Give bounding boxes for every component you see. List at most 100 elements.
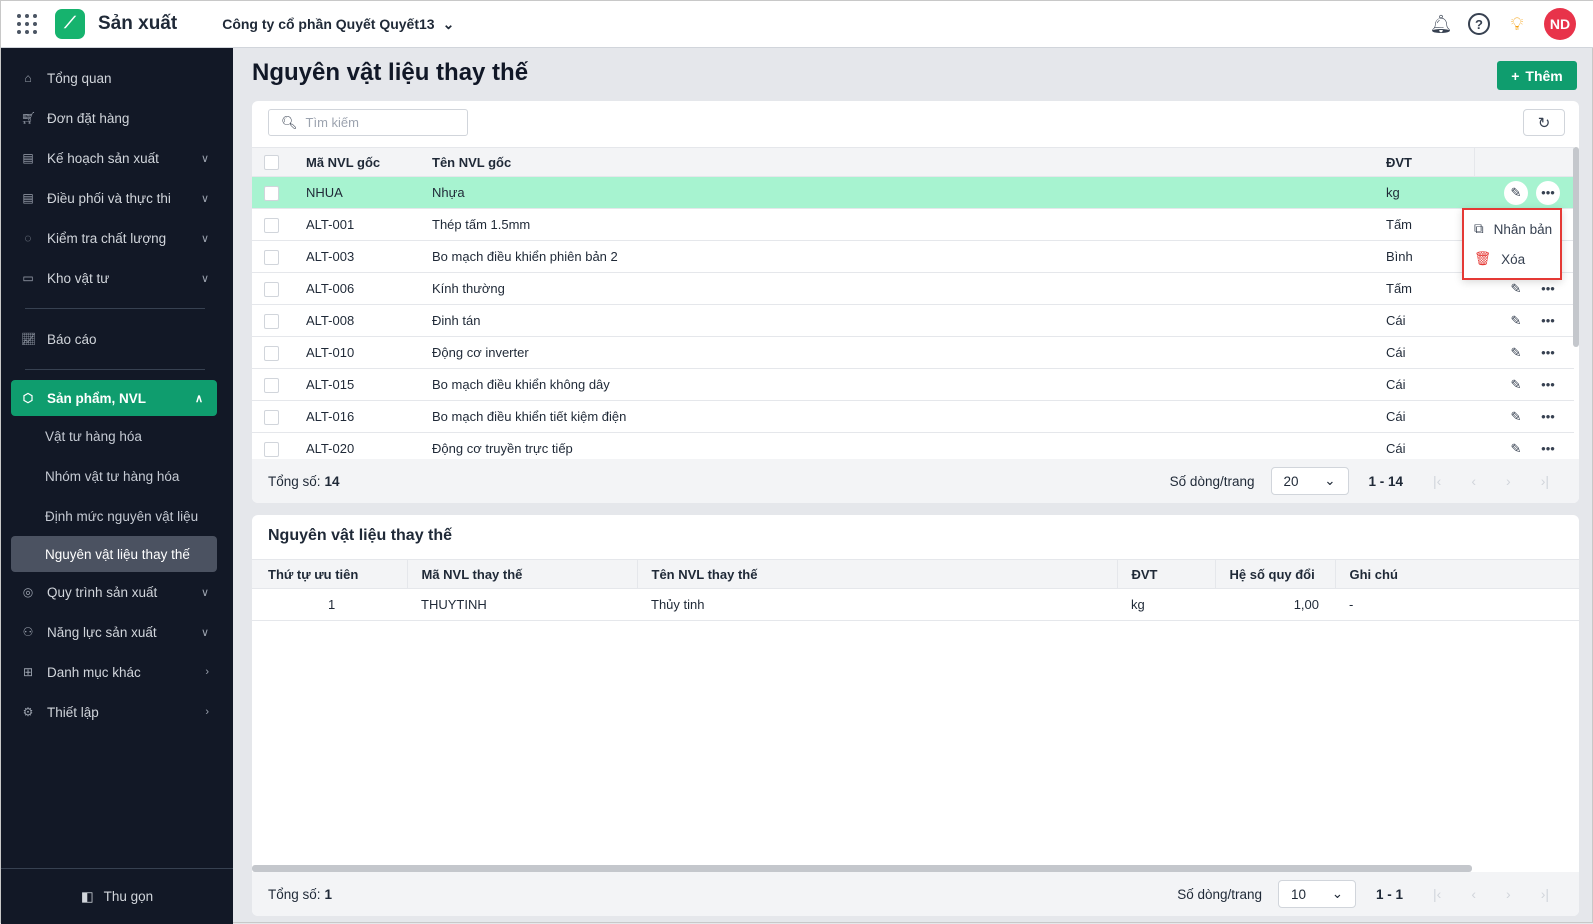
bell-icon[interactable]: 🔔︎ (1430, 13, 1453, 35)
sidebar-item-warehouse[interactable]: ▭ Kho vật tư ∨ (1, 258, 223, 298)
vertical-scrollbar[interactable] (1573, 147, 1579, 347)
user-gear-icon: ⚇ (22, 625, 34, 639)
edit-pencil-icon[interactable]: ✎ (1504, 277, 1528, 301)
add-button[interactable]: + Thêm (1497, 61, 1577, 90)
table-row[interactable]: 1 THUYTINH Thủy tinh kg 1,00 - (252, 588, 1579, 621)
table-row[interactable]: NHUA Nhựa kg ✎ ••• (252, 176, 1574, 209)
sidebar-item-capacity[interactable]: ⚇ Năng lực sản xuất ∨ (1, 612, 223, 652)
more-icon[interactable]: ••• (1536, 277, 1560, 301)
first-page-icon[interactable]: |‹ (1433, 886, 1441, 902)
sidebar-item-catalogs[interactable]: ⊞ Danh mục khác › (1, 652, 223, 692)
more-icon[interactable]: ••• (1536, 373, 1560, 397)
refresh-button[interactable]: ↻ (1523, 109, 1565, 136)
row-checkbox[interactable] (264, 313, 279, 329)
edit-pencil-icon[interactable]: ✎ (1504, 341, 1528, 365)
edit-pencil-icon[interactable]: ✎ (1504, 309, 1528, 333)
next-page-icon[interactable]: › (1506, 473, 1511, 489)
search-icon: 🔍︎ (281, 114, 298, 130)
chevron-up-icon: ∧ (194, 392, 203, 405)
rows-per-page-select[interactable]: 10 ⌄ (1278, 880, 1357, 908)
first-page-icon[interactable]: |‹ (1433, 473, 1441, 489)
cell-priority: 1 (252, 588, 407, 621)
label: Thiết lập (47, 704, 99, 720)
sidebar-item-dispatch[interactable]: ▤ Điều phối và thực thi ∨ (1, 178, 223, 218)
sidebar-item-process[interactable]: ◎ Quy trình sản xuất ∨ (1, 572, 223, 612)
col-unit: ĐVT (1374, 147, 1474, 177)
sidebar-item-settings[interactable]: ⚙ Thiết lập › (1, 692, 223, 732)
cell-name: Nhựa (420, 176, 1374, 209)
apps-grid-icon[interactable] (17, 14, 37, 34)
substitutes-table: Thứ tự ưu tiên Mã NVL thay thế Tên NVL t… (252, 559, 1579, 621)
lightbulb-book-icon[interactable]: 💡︎ (1506, 13, 1528, 35)
edit-pencil-icon[interactable]: ✎ (1504, 180, 1528, 205)
next-page-icon[interactable]: › (1506, 886, 1511, 902)
more-icon[interactable]: ••• (1536, 180, 1560, 205)
menu-item-duplicate[interactable]: ⧉ Nhân bản (1464, 214, 1560, 244)
col-sub-code: Mã NVL thay thế (407, 559, 638, 589)
more-icon[interactable]: ••• (1536, 309, 1560, 333)
row-checkbox[interactable] (264, 281, 279, 297)
prev-page-icon[interactable]: ‹ (1471, 473, 1476, 489)
box-icon: ▭ (22, 271, 34, 285)
help-icon[interactable]: ? (1468, 13, 1490, 35)
row-checkbox[interactable] (264, 185, 279, 201)
prev-page-icon[interactable]: ‹ (1471, 886, 1476, 902)
collapse-button[interactable]: ◧ Thu gọn (1, 868, 233, 924)
horizontal-scrollbar[interactable] (252, 865, 1472, 872)
more-icon[interactable]: ••• (1536, 437, 1560, 461)
table-row[interactable]: ALT-008 Đinh tán Cái ✎ ••• (252, 304, 1574, 337)
menu-item-delete[interactable]: 🗑︎ Xóa (1464, 244, 1560, 274)
table-row[interactable]: ALT-001 Thép tấm 1.5mm Tấm ✎••• (252, 208, 1574, 241)
sidebar-subitem-materials[interactable]: Vật tư hàng hóa (1, 416, 233, 456)
col-code: Mã NVL gốc (292, 147, 420, 177)
cell-code: ALT-010 (292, 336, 420, 369)
sidebar-subitem-substitute-materials[interactable]: Nguyên vật liệu thay thế (11, 536, 217, 572)
table-row[interactable]: ALT-016 Bo mạch điều khiển tiết kiệm điệ… (252, 400, 1574, 433)
cell-sub-name: Thủy tinh (637, 588, 1117, 621)
last-page-icon[interactable]: ›| (1541, 886, 1549, 902)
sidebar-item-overview[interactable]: ⌂ Tổng quan (1, 58, 223, 98)
edit-pencil-icon[interactable]: ✎ (1504, 405, 1528, 429)
search-input[interactable]: 🔍︎ Tìm kiếm (268, 109, 468, 136)
collapse-label: Thu gọn (103, 889, 154, 904)
collapse-icon: ◧ (80, 888, 94, 904)
row-checkbox[interactable] (264, 345, 279, 361)
cube-icon: ⬡ (22, 391, 34, 405)
label: Điều phối và thực thi (47, 190, 171, 206)
row-checkbox[interactable] (264, 249, 279, 265)
row-checkbox[interactable] (264, 409, 279, 425)
sidebar-item-reports[interactable]: 📈︎ Báo cáo (1, 319, 223, 359)
row-checkbox[interactable] (264, 217, 279, 233)
edit-pencil-icon[interactable]: ✎ (1504, 373, 1528, 397)
sidebar-item-products[interactable]: ⬡ Sản phẩm, NVL ∧ (11, 380, 217, 416)
rows-per-page-select[interactable]: 20 ⌄ (1270, 467, 1349, 495)
select-all-checkbox[interactable] (264, 155, 279, 171)
row-checkbox[interactable] (264, 377, 279, 393)
chevron-down-icon: ⌄ (1331, 886, 1344, 901)
sidebar: ⌂ Tổng quan 🛒︎ Đơn đặt hàng ▤ Kế hoạch sản … (1, 48, 233, 924)
label: Kho vật tư (47, 270, 110, 286)
sidebar-item-plan[interactable]: ▤ Kế hoạch sản xuất ∨ (1, 138, 223, 178)
table-row[interactable]: ALT-003 Bo mạch điều khiển phiên bản 2 B… (252, 240, 1574, 273)
total-count: 14 (324, 473, 340, 489)
sidebar-subitem-material-groups[interactable]: Nhóm vật tư hàng hóa (1, 456, 233, 496)
avatar[interactable]: ND (1544, 8, 1576, 40)
cell-code: ALT-003 (292, 240, 420, 273)
table-row[interactable]: ALT-010 Động cơ inverter Cái ✎ ••• (252, 336, 1574, 369)
more-icon[interactable]: ••• (1536, 341, 1560, 365)
materials-table: Mã NVL gốc Tên NVL gốc ĐVT NHUA Nhựa kg … (252, 147, 1574, 465)
chevron-right-icon: › (205, 666, 209, 678)
sidebar-subitem-bom[interactable]: Định mức nguyên vật liệu (1, 496, 233, 536)
edit-pencil-icon[interactable]: ✎ (1504, 437, 1528, 461)
rows-per-page-value: 20 (1283, 473, 1299, 489)
delete-label: Xóa (1501, 251, 1526, 267)
last-page-icon[interactable]: ›| (1541, 473, 1549, 489)
table-row[interactable]: ALT-006 Kính thường Tấm ✎ ••• (252, 272, 1574, 305)
sidebar-item-orders[interactable]: 🛒︎ Đơn đặt hàng (1, 98, 223, 138)
company-selector[interactable]: Công ty cổ phần Quyết Quyết13 ⌄ (222, 16, 454, 33)
gear-icon: ⚙ (22, 705, 34, 719)
table-row[interactable]: ALT-015 Bo mạch điều khiển không dây Cái… (252, 368, 1574, 401)
more-icon[interactable]: ••• (1536, 405, 1560, 429)
row-checkbox[interactable] (264, 441, 279, 457)
sidebar-item-quality[interactable]: ◌ Kiểm tra chất lượng ∨ (1, 218, 223, 258)
